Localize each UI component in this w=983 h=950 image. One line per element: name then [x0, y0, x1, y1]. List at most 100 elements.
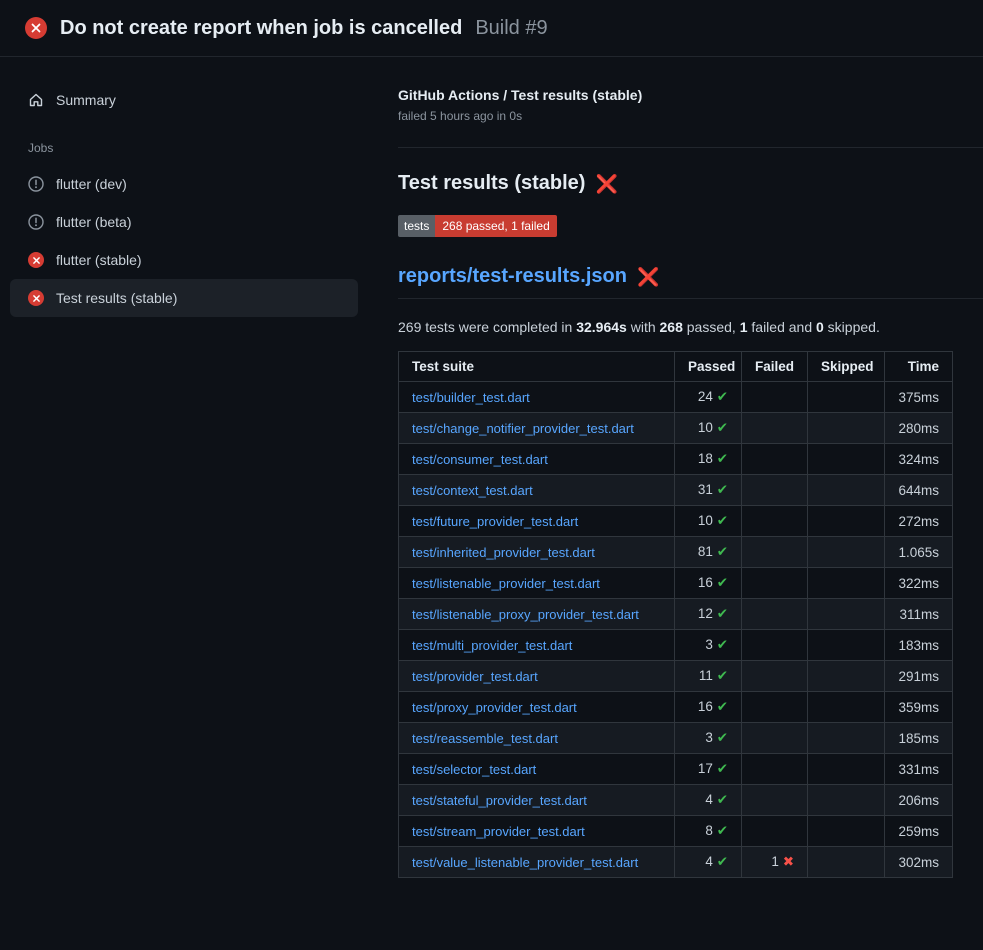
passed-cell: 16 ✔	[675, 568, 742, 599]
time-cell: 185ms	[885, 723, 953, 754]
summary-text: failed and	[748, 319, 817, 335]
skipped-cell	[808, 506, 885, 537]
test-suite-link[interactable]: test/stream_provider_test.dart	[412, 824, 585, 839]
time-cell: 280ms	[885, 413, 953, 444]
table-row: test/change_notifier_provider_test.dart 1…	[399, 413, 953, 444]
test-suite-link[interactable]: test/change_notifier_provider_test.dart	[412, 421, 634, 436]
check-icon: ✔	[717, 792, 728, 807]
test-suite-link[interactable]: test/multi_provider_test.dart	[412, 638, 572, 653]
sidebar-item-flutter-beta[interactable]: flutter (beta)	[10, 203, 358, 241]
failed-cell: 1 ✖	[742, 847, 808, 878]
failed-cell	[742, 444, 808, 475]
time-cell: 375ms	[885, 382, 953, 413]
column-header-test-suite: Test suite	[399, 352, 675, 382]
section-title-text: Test results (stable)	[398, 172, 585, 195]
skipped-cell	[808, 692, 885, 723]
test-suite-link[interactable]: test/builder_test.dart	[412, 390, 530, 405]
check-icon: ✔	[717, 854, 728, 869]
check-icon: ✔	[717, 668, 728, 683]
table-row: test/listenable_provider_test.dart16 ✔32…	[399, 568, 953, 599]
failed-cell	[742, 506, 808, 537]
time-cell: 291ms	[885, 661, 953, 692]
jobs-section-label: Jobs	[10, 119, 358, 165]
test-table-body: test/builder_test.dart24 ✔375mstest/chan…	[399, 382, 953, 878]
passed-count: 16	[698, 575, 713, 590]
check-icon: ✔	[717, 389, 728, 404]
passed-count: 4	[705, 792, 713, 807]
report-file-link[interactable]: reports/test-results.json	[398, 265, 627, 288]
test-suite-link[interactable]: test/stateful_provider_test.dart	[412, 793, 587, 808]
test-suite-link[interactable]: test/listenable_proxy_provider_test.dart	[412, 607, 639, 622]
badge-label: tests	[398, 215, 435, 237]
build-number: Build #9	[475, 17, 547, 40]
test-suite-link[interactable]: test/proxy_provider_test.dart	[412, 700, 577, 715]
table-row: test/consumer_test.dart 18 ✔ 324ms	[399, 444, 953, 475]
test-suite-link[interactable]: test/selector_test.dart	[412, 762, 536, 777]
check-icon: ✔	[717, 420, 728, 435]
skipped-cell	[808, 816, 885, 847]
passed-cell: 8 ✔	[675, 816, 742, 847]
table-row: test/stream_provider_test.dart 8 ✔ 259ms	[399, 816, 953, 847]
skipped-cell	[808, 444, 885, 475]
test-suite-link[interactable]: test/listenable_provider_test.dart	[412, 576, 600, 591]
passed-count: 8	[705, 823, 713, 838]
passed-count: 31	[698, 482, 713, 497]
passed-count: 10	[698, 420, 713, 435]
time-cell: 259ms	[885, 816, 953, 847]
fail-cross-icon: ❌	[595, 175, 617, 193]
test-suite-link[interactable]: test/context_test.dart	[412, 483, 533, 498]
sidebar-item-flutter-stable[interactable]: flutter (stable)	[10, 241, 358, 279]
passed-count: 11	[699, 668, 713, 683]
breadcrumb: GitHub Actions / Test results (stable)	[398, 87, 983, 103]
table-row: test/future_provider_test.dart10 ✔272ms	[399, 506, 953, 537]
check-icon: ✔	[717, 637, 728, 652]
passed-cell: 24 ✔	[675, 382, 742, 413]
check-icon: ✔	[717, 575, 728, 590]
test-suite-link[interactable]: test/inherited_provider_test.dart	[412, 545, 595, 560]
passed-cell: 3 ✔	[675, 630, 742, 661]
passed-count: 3	[705, 637, 713, 652]
skipped-cell	[808, 382, 885, 413]
page-title: Do not create report when job is cancell…	[60, 17, 462, 40]
summary-skipped-count: 0	[816, 319, 824, 335]
sidebar-item-test-results-stable[interactable]: Test results (stable)	[10, 279, 358, 317]
passed-count: 24	[698, 389, 713, 404]
test-suite-link[interactable]: test/provider_test.dart	[412, 669, 538, 684]
passed-cell: 3 ✔	[675, 723, 742, 754]
test-suite-link[interactable]: test/reassemble_test.dart	[412, 731, 558, 746]
table-row: test/context_test.dart 31 ✔ 644ms	[399, 475, 953, 506]
time-cell: 1.065s	[885, 537, 953, 568]
time-cell: 331ms	[885, 754, 953, 785]
passed-cell: 18 ✔	[675, 444, 742, 475]
test-suite-link[interactable]: test/value_listenable_provider_test.dart	[412, 855, 638, 870]
table-row: test/listenable_proxy_provider_test.dart…	[399, 599, 953, 630]
home-icon	[28, 92, 44, 108]
check-icon: ✔	[717, 482, 728, 497]
summary-failed-count: 1	[740, 319, 748, 335]
skipped-cell	[808, 723, 885, 754]
table-row: test/value_listenable_provider_test.dart…	[399, 847, 953, 878]
sidebar-item-summary[interactable]: Summary	[10, 81, 358, 119]
main-content: GitHub Actions / Test results (stable) f…	[368, 57, 983, 950]
sidebar-item-label: flutter (dev)	[56, 176, 127, 192]
column-header-failed: Failed	[742, 352, 808, 382]
summary-text: 269 tests were completed in	[398, 319, 576, 335]
table-header-row: Test suite Passed Failed Skipped Time	[399, 352, 953, 382]
test-suite-link[interactable]: test/consumer_test.dart	[412, 452, 548, 467]
time-cell: 644ms	[885, 475, 953, 506]
passed-cell: 11 ✔	[675, 661, 742, 692]
check-icon: ✔	[717, 606, 728, 621]
build-header: Do not create report when job is cancell…	[0, 0, 983, 57]
test-suite-link[interactable]: test/future_provider_test.dart	[412, 514, 578, 529]
failed-cell	[742, 754, 808, 785]
test-results-table: Test suite Passed Failed Skipped Time te…	[398, 351, 953, 878]
sidebar-item-label: Test results (stable)	[56, 290, 177, 306]
sidebar-item-flutter-dev[interactable]: flutter (dev)	[10, 165, 358, 203]
cross-icon: ✖	[783, 854, 794, 869]
divider	[398, 147, 983, 148]
table-row: test/multi_provider_test.dart3 ✔183ms	[399, 630, 953, 661]
alert-circle-icon	[28, 214, 44, 230]
time-cell: 324ms	[885, 444, 953, 475]
section-title: Test results (stable) ❌	[398, 172, 983, 195]
skipped-cell	[808, 413, 885, 444]
